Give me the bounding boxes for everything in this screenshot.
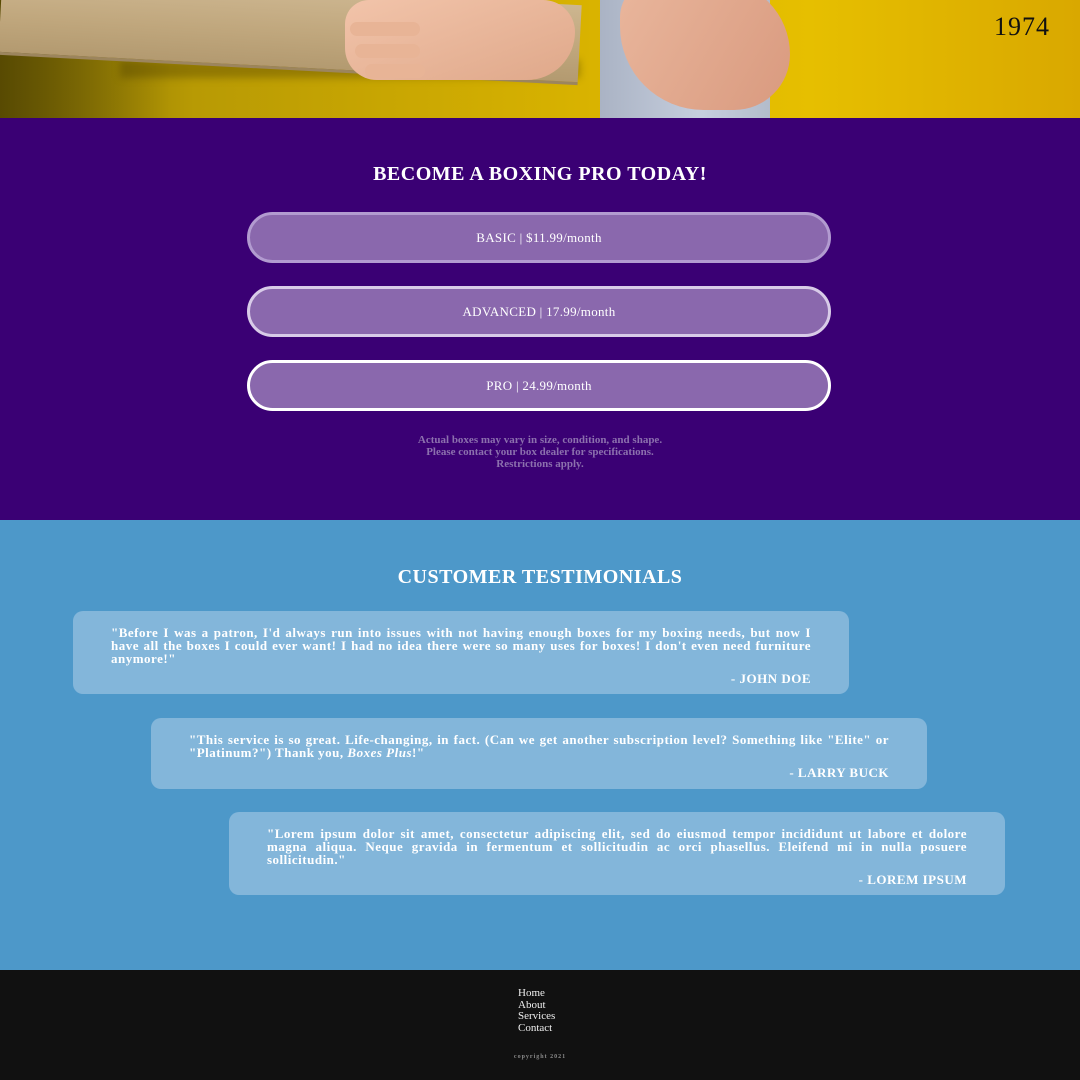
pricing-section: BECOME A BOXING PRO TODAY! BASIC | $11.9… <box>0 118 1080 520</box>
disclaimer-line: Please contact your box dealer for speci… <box>426 446 654 458</box>
plan-pro-button[interactable]: PRO | 24.99/month <box>247 360 831 411</box>
footer-nav: Home About Services Contact <box>518 987 555 1035</box>
quote-text: "This service is so great. Life-changing… <box>189 732 889 760</box>
plan-advanced-button[interactable]: ADVANCED | 17.99/month <box>247 286 831 337</box>
footer: Home About Services Contact copyright 20… <box>0 970 1080 1080</box>
hero-banner: 1974 <box>0 0 1080 118</box>
footer-link-home[interactable]: Home <box>518 987 555 1000</box>
testimonial-card: "Before I was a patron, I'd always run i… <box>73 611 849 694</box>
testimonial-quote: "This service is so great. Life-changing… <box>189 733 889 759</box>
testimonial-card: "This service is so great. Life-changing… <box>151 718 927 789</box>
testimonials-heading: CUSTOMER TESTIMONIALS <box>397 566 683 588</box>
hero-year: 1974 <box>994 12 1050 41</box>
hero-finger <box>355 44 420 58</box>
hero-finger <box>350 22 420 36</box>
testimonials-section: CUSTOMER TESTIMONIALS "Before I was a pa… <box>0 520 1080 970</box>
testimonial-author: - LARRY BUCK <box>789 765 889 780</box>
testimonial-quote: "Lorem ipsum dolor sit amet, consectetur… <box>267 826 967 867</box>
footer-link-contact[interactable]: Contact <box>518 1022 555 1035</box>
testimonial-author: - JOHN DOE <box>730 671 811 686</box>
disclaimer-line: Actual boxes may vary in size, condition… <box>417 434 663 446</box>
hero-finger <box>365 64 425 78</box>
pricing-disclaimer: Actual boxes may vary in size, condition… <box>0 434 1080 470</box>
pricing-heading: BECOME A BOXING PRO TODAY! <box>373 163 707 185</box>
quote-brand: Boxes Plus <box>347 745 412 760</box>
copyright-text: copyright 2021 <box>513 1054 567 1060</box>
testimonial-quote: "Before I was a patron, I'd always run i… <box>111 625 811 666</box>
disclaimer-line: Restrictions apply. <box>496 458 584 470</box>
plan-basic-button[interactable]: BASIC | $11.99/month <box>247 212 831 263</box>
quote-text: !" <box>412 745 425 760</box>
testimonial-card: "Lorem ipsum dolor sit amet, consectetur… <box>229 812 1005 895</box>
testimonial-author: - LOREM IPSUM <box>858 872 967 887</box>
